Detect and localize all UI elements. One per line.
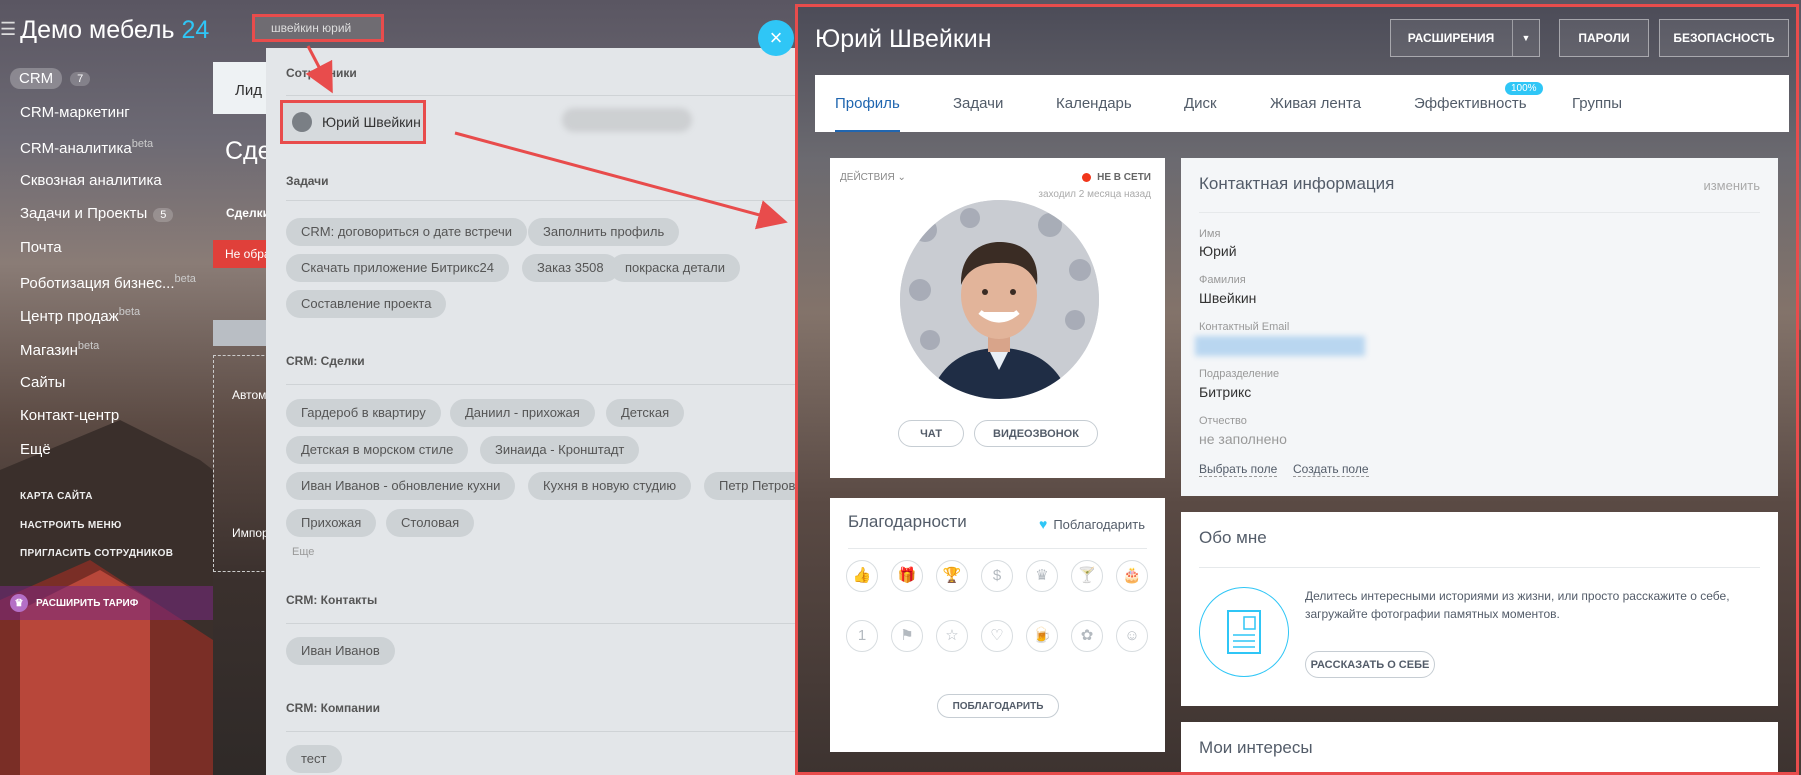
field-label: Контактный Email [1199, 321, 1290, 333]
avatar-photo [900, 200, 1099, 399]
divider [848, 548, 1147, 549]
about-icon [1199, 587, 1289, 677]
passwords-button[interactable]: ПАРОЛИ [1559, 19, 1649, 57]
thank-link-label: Поблагодарить [1053, 516, 1145, 532]
heart-icon[interactable]: ♡ [981, 620, 1013, 652]
thanks-title: Благодарности [848, 512, 967, 531]
email-value-blurred [1195, 336, 1365, 356]
status-label: НЕ В СЕТИ [1097, 172, 1151, 183]
thanks-card: Благодарности ♥ Поблагодарить 👍 🎁 🏆 $ ♛ 🍸 🎂 1 ⚑ ☆ ♡… [830, 498, 1165, 752]
tab-tasks[interactable]: Задачи [953, 95, 1003, 112]
gift-icon[interactable]: 🎁 [891, 560, 923, 592]
beer-icon[interactable]: 🍺 [1026, 620, 1058, 652]
number-one-icon[interactable]: 1 [846, 620, 878, 652]
heart-icon: ♥ [1039, 516, 1048, 532]
contact-info-title: Контактная информация [1199, 174, 1395, 193]
thumb-up-icon[interactable]: 👍 [846, 560, 878, 592]
interests-title: Мои интересы [1199, 738, 1313, 757]
status-badge: НЕ В СЕТИ [1082, 172, 1151, 183]
crown-icon[interactable]: ♛ [1026, 560, 1058, 592]
contact-info-card: Контактная информация изменить Имя Юрий … [1181, 158, 1778, 496]
videocall-button[interactable]: ВИДЕОЗВОНОК [974, 420, 1098, 447]
tab-disk[interactable]: Диск [1184, 95, 1217, 112]
thank-button[interactable]: ПОБЛАГОДАРИТЬ [937, 694, 1059, 718]
page-title: Юрий Швейкин [815, 25, 992, 53]
actions-dropdown[interactable]: ДЕЙСТВИЯ ⌄ [840, 172, 906, 183]
thank-link[interactable]: ♥ Поблагодарить [1039, 516, 1145, 532]
notebook-icon [1227, 610, 1261, 654]
star-icon[interactable]: ☆ [936, 620, 968, 652]
field-label: Отчество [1199, 415, 1247, 427]
profile-slider: Юрий Швейкин РАСШИРЕНИЯ ▼ ПАРОЛИ БЕЗОПАС… [795, 4, 1799, 775]
smile-icon[interactable]: ☺ [1116, 620, 1148, 652]
chat-button[interactable]: ЧАТ [898, 420, 964, 447]
tab-efficiency[interactable]: Эффективность [1414, 95, 1527, 112]
field-label: Подразделение [1199, 368, 1280, 380]
tab-calendar[interactable]: Календарь [1056, 95, 1132, 112]
cake-icon[interactable]: 🎂 [1116, 560, 1148, 592]
profile-photo-card: ДЕЙСТВИЯ ⌄ НЕ В СЕТИ заходил 2 месяца на… [830, 158, 1165, 478]
field-value: Юрий [1199, 243, 1237, 259]
profile-tabs: Профиль Задачи Календарь Диск Живая лент… [815, 75, 1789, 132]
chevron-down-icon: ⌄ [897, 172, 906, 183]
offline-dot-icon [1082, 173, 1092, 182]
about-card: Обо мне Делитесь интересными историями и… [1181, 512, 1778, 706]
choose-field-link[interactable]: Выбрать поле [1199, 462, 1278, 477]
money-bag-icon[interactable]: $ [981, 560, 1013, 592]
actions-label: ДЕЙСТВИЯ [840, 172, 895, 183]
field-label: Фамилия [1199, 274, 1246, 286]
field-value: Швейкин [1199, 290, 1257, 306]
create-field-link[interactable]: Создать поле [1293, 462, 1369, 477]
trophy-icon[interactable]: 🏆 [936, 560, 968, 592]
last-seen: заходил 2 месяца назад [1038, 189, 1151, 200]
tell-about-button[interactable]: РАССКАЗАТЬ О СЕБЕ [1305, 651, 1435, 678]
extensions-label: РАСШИРЕНИЯ [1407, 31, 1495, 45]
divider [1199, 567, 1760, 568]
field-label: Имя [1199, 228, 1221, 240]
about-text: Делитесь интересными историями из жизни,… [1305, 589, 1730, 621]
chevron-down-icon[interactable]: ▼ [1512, 20, 1539, 56]
tab-live-feed[interactable]: Живая лента [1270, 95, 1361, 112]
field-value: Битрикс [1199, 384, 1252, 400]
field-value: не заполнено [1199, 431, 1287, 447]
security-button[interactable]: БЕЗОПАСНОСТЬ [1659, 19, 1789, 57]
efficiency-badge: 100% [1505, 82, 1543, 95]
divider [1199, 212, 1760, 213]
flower-icon[interactable]: ✿ [1071, 620, 1103, 652]
tab-groups[interactable]: Группы [1572, 95, 1622, 112]
edit-link[interactable]: изменить [1703, 178, 1760, 193]
about-title: Обо мне [1199, 528, 1267, 547]
tab-profile[interactable]: Профиль [835, 95, 900, 132]
cocktail-icon[interactable]: 🍸 [1071, 560, 1103, 592]
extensions-button[interactable]: РАСШИРЕНИЯ ▼ [1390, 19, 1540, 57]
avatar[interactable] [900, 200, 1099, 399]
flag-icon[interactable]: ⚑ [891, 620, 923, 652]
interests-card: Мои интересы [1181, 722, 1778, 772]
